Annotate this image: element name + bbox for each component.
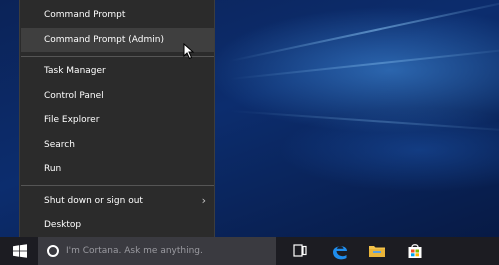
menu-item-label: Command Prompt xyxy=(44,10,126,20)
search-placeholder: I'm Cortana. Ask me anything. xyxy=(66,246,203,256)
menu-item-label: Shut down or sign out xyxy=(44,196,143,206)
start-windows-icon[interactable] xyxy=(7,237,33,265)
menu-separator xyxy=(21,185,214,186)
taskbar: I'm Cortana. Ask me anything. xyxy=(0,237,499,265)
menu-item-file-explorer[interactable]: File Explorer xyxy=(21,108,214,132)
cortana-icon xyxy=(47,245,59,257)
menu-item-label: Control Panel xyxy=(44,91,104,101)
menu-item-control-panel[interactable]: Control Panel xyxy=(21,84,214,108)
menu-item-desktop[interactable]: Desktop xyxy=(21,213,214,237)
store-icon[interactable] xyxy=(400,237,430,265)
menu-item-label: Run xyxy=(44,164,62,174)
mouse-pointer-icon xyxy=(183,43,195,60)
menu-item-task-manager[interactable]: Task Manager xyxy=(21,59,214,83)
menu-item-label: Task Manager xyxy=(44,66,106,76)
wallpaper-light-beam xyxy=(229,110,499,133)
menu-item-label: Command Prompt (Admin) xyxy=(44,35,164,45)
wallpaper-light-beam xyxy=(229,0,499,62)
menu-item-label: File Explorer xyxy=(44,115,100,125)
menu-item-label: Desktop xyxy=(44,220,82,230)
menu-item-run[interactable]: Run xyxy=(21,157,214,181)
file-explorer-icon[interactable] xyxy=(362,237,392,265)
chevron-right-icon: › xyxy=(201,194,206,207)
menu-item-search[interactable]: Search xyxy=(21,133,214,157)
power-user-menu: Command Prompt Command Prompt (Admin) Ta… xyxy=(19,0,215,243)
menu-item-command-prompt[interactable]: Command Prompt xyxy=(21,3,214,27)
edge-icon[interactable] xyxy=(325,237,355,265)
menu-item-label: Search xyxy=(44,140,75,150)
menu-item-shut-down-or-sign-out[interactable]: Shut down or sign out › xyxy=(21,189,214,213)
task-view-icon[interactable] xyxy=(286,237,316,265)
cortana-search-box[interactable]: I'm Cortana. Ask me anything. xyxy=(38,237,276,265)
